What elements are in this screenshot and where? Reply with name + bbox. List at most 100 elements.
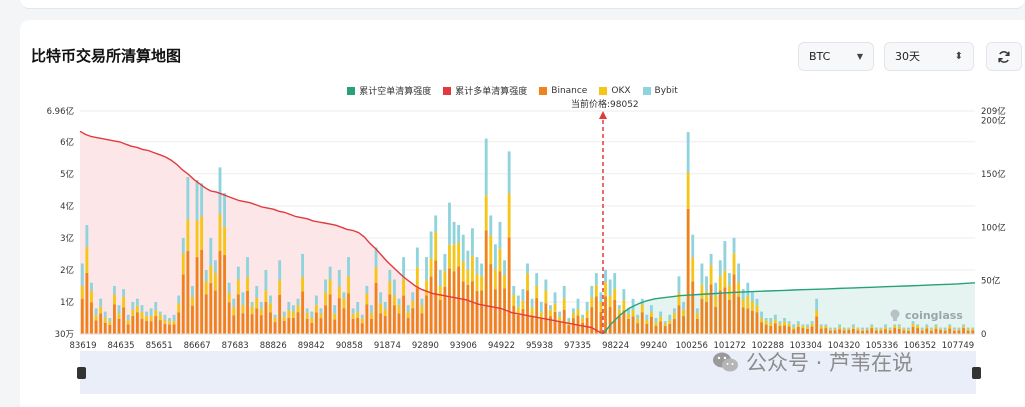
bar-segment-binance — [608, 306, 612, 334]
bar-segment-binance — [200, 249, 204, 334]
bar-segment-binance — [213, 290, 217, 334]
bar-segment-okx — [406, 312, 410, 318]
bar-segment-bybit — [723, 241, 727, 271]
bar-segment-binance — [925, 328, 929, 334]
bar-segment-binance — [884, 329, 887, 334]
bar-segment-okx — [939, 328, 942, 331]
bar-segment-binance — [622, 310, 626, 334]
bar-segment-bybit — [149, 308, 153, 317]
bar-segment-okx — [113, 294, 116, 305]
bar-segment-bybit — [282, 311, 286, 317]
bar-segment-binance — [874, 330, 878, 334]
bar-segment-okx — [549, 309, 552, 317]
bar-segment-okx — [236, 279, 240, 295]
bar-segment-okx — [392, 295, 396, 306]
bar-segment-okx — [856, 328, 860, 331]
bar-segment-okx — [282, 316, 286, 321]
bar-segment-bybit — [269, 295, 272, 304]
bar-segment-binance — [737, 296, 741, 334]
bar-segment-bybit — [163, 314, 167, 320]
bar-segment-okx — [195, 220, 199, 258]
bar-segment-binance — [498, 271, 502, 334]
bar-segment-okx — [333, 313, 337, 320]
bar-segment-binance — [750, 310, 754, 334]
bar-segment-bybit — [750, 292, 754, 302]
bar-segment-binance — [764, 324, 768, 334]
navigator-left-handle[interactable] — [77, 367, 86, 379]
bar-segment-okx — [296, 305, 300, 313]
bar-segment-okx — [347, 276, 350, 294]
bar-segment-bybit — [760, 311, 763, 319]
bar-segment-bybit — [392, 279, 396, 296]
bar-segment-bybit — [581, 314, 584, 319]
bar-segment-okx — [402, 278, 405, 296]
bar-segment-binance — [677, 305, 681, 334]
bar-segment-okx — [379, 303, 383, 314]
bar-segment-bybit — [870, 324, 874, 327]
bar-segment-okx — [668, 320, 672, 324]
bar-segment-binance — [783, 325, 786, 334]
bar-segment-bybit — [475, 257, 479, 275]
bar-segment-binance — [471, 281, 474, 334]
bar-segment-bybit — [535, 273, 539, 286]
bar-segment-binance — [718, 290, 722, 334]
bar-segment-okx — [870, 326, 874, 329]
bar-segment-okx — [829, 329, 832, 331]
bar-segment-bybit — [85, 225, 89, 247]
bar-segment-binance — [530, 315, 534, 334]
bar-segment-binance — [135, 312, 139, 334]
bar-segment-bybit — [700, 263, 704, 285]
bar-segment-bybit — [232, 298, 236, 307]
x-tick-label: 83619 — [69, 341, 96, 351]
bar-segment-binance — [640, 312, 644, 334]
bar-segment-okx — [929, 329, 933, 331]
bar-segment-binance — [815, 316, 819, 334]
bar-segment-binance — [145, 320, 148, 334]
y-right-tick-label: 0 — [981, 330, 986, 340]
bar-segment-bybit — [457, 225, 461, 243]
bar-segment-okx — [448, 244, 451, 269]
bar-segment-binance — [337, 298, 341, 334]
bar-segment-binance — [888, 330, 892, 334]
bar-segment-bybit — [480, 263, 484, 277]
navigator-right-handle[interactable] — [972, 367, 981, 379]
bar-segment-binance — [911, 326, 915, 334]
bar-segment-bybit — [654, 317, 658, 323]
bar-segment-bybit — [599, 292, 603, 302]
bar-segment-okx — [962, 326, 965, 329]
bar-segment-okx — [897, 326, 901, 329]
bar-segment-okx — [177, 303, 181, 313]
bar-segment-binance — [732, 274, 736, 334]
bar-segment-bybit — [521, 289, 525, 301]
bar-segment-bybit — [801, 324, 805, 326]
bar-segment-bybit — [406, 305, 410, 313]
bar-segment-okx — [218, 214, 222, 251]
y-right-tick-label: 200亿 — [981, 116, 1006, 127]
bar-segment-binance — [539, 317, 543, 334]
bar-segment-okx — [301, 277, 305, 292]
bar-segment-okx — [227, 292, 231, 303]
bar-segment-bybit — [507, 151, 511, 194]
bar-segment-binance — [599, 311, 603, 334]
bar-segment-okx — [723, 270, 727, 288]
bar-segment-binance — [792, 329, 796, 334]
bar-segment-bybit — [787, 321, 791, 324]
bar-segment-bybit — [328, 266, 332, 280]
bar-segment-bybit — [135, 298, 139, 306]
bar-segment-okx — [741, 299, 745, 308]
bar-segment-okx — [365, 293, 369, 305]
bar-segment-bybit — [769, 317, 773, 323]
bar-segment-okx — [209, 265, 213, 284]
bar-segment-binance — [966, 330, 970, 334]
bar-segment-okx — [457, 242, 461, 267]
bar-segment-bybit — [213, 260, 217, 273]
bar-segment-binance — [842, 330, 846, 334]
bar-segment-okx — [314, 304, 318, 313]
bar-segment-bybit — [420, 298, 424, 306]
bar-segment-okx — [310, 317, 314, 323]
x-tick-label: 107749 — [942, 341, 974, 351]
bar-segment-binance — [672, 318, 676, 334]
bar-segment-bybit — [319, 308, 323, 314]
bar-segment-bybit — [773, 314, 777, 320]
bar-segment-okx — [397, 304, 401, 314]
